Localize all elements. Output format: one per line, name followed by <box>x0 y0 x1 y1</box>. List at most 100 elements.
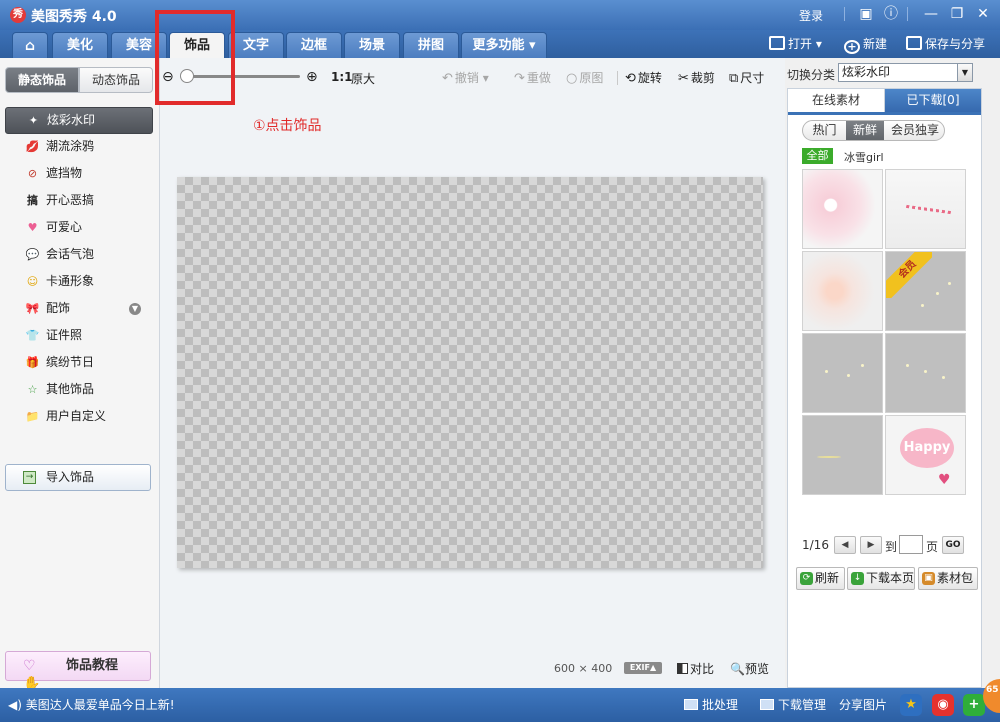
tab-text[interactable]: 文字 <box>228 32 284 58</box>
more-share-icon[interactable]: + <box>963 694 985 716</box>
material-thumbnail[interactable]: Happy ♥ <box>885 415 966 495</box>
close-button[interactable]: ✕ <box>974 5 992 23</box>
category-list: ✦ 炫彩水印 💋 潮流涂鸦 ⊘ 遮挡物 搞开心恶搞 ♥ 可爱心 💬 会话气泡 ☺ 卡通形象 … <box>5 107 153 431</box>
tab-dynamic-accessories[interactable]: 动态饰品 <box>79 67 153 93</box>
maximize-button[interactable]: ❐ <box>948 5 966 23</box>
redo-button[interactable]: ↷ 重做 <box>514 69 551 86</box>
import-accessory-button[interactable]: → 导入饰品 <box>5 464 151 491</box>
pill-hot[interactable]: 热门 <box>803 121 846 140</box>
image-canvas[interactable] <box>177 177 763 568</box>
zoom-in-icon[interactable]: ⊕ <box>306 70 321 85</box>
batch-button[interactable]: 批处理 <box>684 696 738 713</box>
save-share-button[interactable]: 保存与分享 <box>906 35 985 53</box>
tab-online-materials[interactable]: 在线素材 <box>788 89 885 112</box>
sparkle <box>936 292 939 295</box>
plus-icon: + <box>844 40 860 54</box>
weibo-icon[interactable]: ◉ <box>932 694 954 716</box>
download-page-button[interactable]: ↓ 下载本页 <box>847 567 915 590</box>
material-thumbnail[interactable]: 会员 <box>885 251 966 331</box>
filter-all-tag[interactable]: 全部 <box>802 148 833 164</box>
new-button[interactable]: + 新建 <box>844 35 887 54</box>
size-label: 尺寸 <box>740 71 765 85</box>
title-separator <box>844 7 845 21</box>
app-logo: 秀 <box>10 7 26 23</box>
category-item[interactable]: ✦ 炫彩水印 <box>5 107 153 134</box>
status-message[interactable]: ◀) 美图达人最爱单品今日上新! <box>8 696 175 713</box>
download-manager-button[interactable]: 下载管理 <box>760 696 826 713</box>
chevron-down-icon[interactable]: ▼ <box>129 303 141 315</box>
home-tab[interactable]: ⌂ <box>12 32 48 58</box>
category-item[interactable]: 💬 会话气泡 <box>5 242 153 269</box>
rotate-button[interactable]: ⟲ 旋转 <box>625 69 662 86</box>
tutorial-button[interactable]: ♡✋ 饰品教程 <box>5 651 151 692</box>
next-page-button[interactable]: ▶ <box>860 536 882 554</box>
rotate-label: 旋转 <box>637 71 662 85</box>
material-thumbnail[interactable] <box>802 333 883 413</box>
category-select[interactable]: 炫彩水印 ▼ <box>838 63 973 82</box>
original-size-button[interactable]: 原大 <box>351 70 375 87</box>
refresh-button[interactable]: ⟳ 刷新 <box>796 567 845 590</box>
category-item[interactable]: 搞开心恶搞 <box>5 188 153 215</box>
category-item[interactable]: 👕 证件照 <box>5 323 153 350</box>
status-message-text: 美图达人最爱单品今日上新! <box>25 698 175 712</box>
category-item[interactable]: 🎁 缤纷节日 <box>5 350 153 377</box>
ratio-button[interactable]: 1:1 <box>331 70 353 84</box>
gift-icon: 🎁 <box>25 356 40 369</box>
tab-more[interactable]: 更多功能 ▾ <box>461 32 547 58</box>
category-item[interactable]: 📁 用户自定义 <box>5 404 153 431</box>
tab-scene[interactable]: 场景 <box>344 32 400 58</box>
crop-button[interactable]: ✂ 裁剪 <box>678 69 715 86</box>
open-button[interactable]: 打开 ▾ <box>769 35 822 53</box>
tab-collage[interactable]: 拼图 <box>403 32 459 58</box>
prev-page-button[interactable]: ◀ <box>834 536 856 554</box>
info-icon[interactable]: ⓘ <box>882 5 900 23</box>
material-thumbnail[interactable] <box>885 169 966 249</box>
title-separator <box>907 7 908 21</box>
category-item[interactable]: 💋 潮流涂鸦 <box>5 134 153 161</box>
category-select-value: 炫彩水印 <box>842 65 891 79</box>
category-item[interactable]: 🎀 配饰 ▼ <box>5 296 153 323</box>
compare-button[interactable]: 对比 <box>677 660 714 677</box>
category-item[interactable]: ☆ 其他饰品 <box>5 377 153 404</box>
material-thumbnail[interactable] <box>802 415 883 495</box>
exif-button[interactable]: EXIF▲ <box>624 662 662 674</box>
category-label: 证件照 <box>46 328 83 342</box>
material-thumbnail[interactable] <box>885 333 966 413</box>
category-item[interactable]: ☺ 卡通形象 <box>5 269 153 296</box>
tab-border[interactable]: 边框 <box>286 32 342 58</box>
go-button[interactable]: GO <box>942 536 964 554</box>
new-label: 新建 <box>863 37 888 51</box>
original-image-button[interactable]: ○ 原图 <box>566 69 603 86</box>
sparkle <box>948 282 951 285</box>
subtab-group: 静态饰品 动态饰品 <box>5 67 153 93</box>
tab-static-accessories[interactable]: 静态饰品 <box>5 67 79 93</box>
toolbar-separator <box>617 71 618 85</box>
preview-button[interactable]: 🔍预览 <box>730 660 769 677</box>
login-link[interactable]: 登录 <box>799 7 823 24</box>
chevron-down-icon: ▼ <box>957 64 972 81</box>
minimize-button[interactable]: — <box>922 5 940 23</box>
qzone-star-icon[interactable]: ★ <box>900 694 922 716</box>
material-package-button[interactable]: ▣ 素材包 <box>918 567 978 590</box>
scissors-icon: ✂ <box>678 71 689 86</box>
resize-button[interactable]: ⧉ 尺寸 <box>729 69 764 86</box>
filter-tag[interactable]: 冰雪girl <box>844 149 884 165</box>
page-number-input[interactable] <box>899 535 923 554</box>
save-share-label: 保存与分享 <box>925 37 986 51</box>
undo-button[interactable]: ↶ 撤销 ▾ <box>442 69 489 86</box>
tab-underline <box>788 112 981 115</box>
category-item[interactable]: ♥ 可爱心 <box>5 215 153 242</box>
image-dimensions: 600 × 400 <box>554 662 613 675</box>
tab-beautify[interactable]: 美化 <box>52 32 108 58</box>
category-item[interactable]: ⊘ 遮挡物 <box>5 161 153 188</box>
tab-downloaded[interactable]: 已下载[0] <box>885 89 981 112</box>
message-icon[interactable]: ▣ <box>857 5 875 23</box>
pill-vip[interactable]: 会员独享 <box>884 121 944 140</box>
category-label: 其他饰品 <box>46 382 95 396</box>
download-manager-icon <box>760 699 774 710</box>
pill-new[interactable]: 新鲜 <box>846 121 884 140</box>
heart-icon: ♥ <box>938 472 951 488</box>
import-label: 导入饰品 <box>46 470 95 484</box>
material-thumbnail[interactable] <box>802 169 883 249</box>
material-thumbnail[interactable] <box>802 251 883 331</box>
